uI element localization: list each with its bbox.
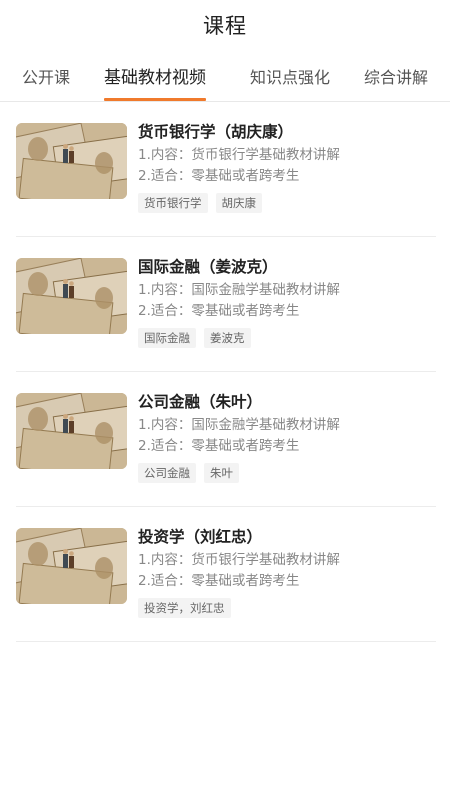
course-info: 货币银行学（胡庆康） 1.内容：货币银行学基础教材讲解 2.适合：零基础或者跨考… [138,121,436,213]
course-tag: 货币银行学 [138,193,208,213]
course-content: 1.内容：货币银行学基础教材讲解 [138,147,340,163]
course-suitable: 2.适合：零基础或者跨考生 [138,168,300,184]
course-card[interactable]: 国际金融（姜波克） 1.内容：国际金融学基础教材讲解 2.适合：零基础或者跨考生… [16,238,436,372]
tab-label: 综合讲解 [364,68,429,87]
course-suitable: 2.适合：零基础或者跨考生 [138,573,300,589]
course-tags: 投资学，刘红忠 [138,598,436,618]
course-tag: 姜波克 [204,328,251,348]
course-title: 货币银行学（胡庆康） [138,123,294,141]
tab-public-course[interactable]: 公开课 [22,64,70,102]
tab-label: 知识点强化 [250,68,331,87]
tab-label: 基础教材视频 [104,68,206,88]
course-card[interactable]: 公司金融（朱叶） 1.内容：国际金融学基础教材讲解 2.适合：零基础或者跨考生 … [16,373,436,507]
course-thumbnail-image [16,393,127,469]
course-tag: 投资学，刘红忠 [138,598,231,618]
course-info: 投资学（刘红忠） 1.内容：货币银行学基础教材讲解 2.适合：零基础或者跨考生 … [138,526,436,618]
course-thumbnail-image [16,258,127,334]
tab-comprehensive[interactable]: 综合讲解 [364,64,428,102]
course-thumbnail-image [16,528,127,604]
course-suitable: 2.适合：零基础或者跨考生 [138,303,300,319]
course-info: 公司金融（朱叶） 1.内容：国际金融学基础教材讲解 2.适合：零基础或者跨考生 … [138,391,436,483]
course-tags: 国际金融 姜波克 [138,328,436,348]
course-tags: 公司金融 朱叶 [138,463,436,483]
tab-basic-textbook-video[interactable]: 基础教材视频 [104,63,206,101]
tab-bar: 公开课 基础教材视频 知识点强化 综合讲解 [0,50,450,102]
course-tag: 公司金融 [138,463,196,483]
course-tag: 胡庆康 [215,193,262,213]
tab-label: 公开课 [22,68,71,87]
course-card[interactable]: 货币银行学（胡庆康） 1.内容：货币银行学基础教材讲解 2.适合：零基础或者跨考… [16,103,436,237]
course-content: 1.内容：国际金融学基础教材讲解 [138,282,340,298]
course-tags: 货币银行学 胡庆康 [138,193,436,213]
course-info: 国际金融（姜波克） 1.内容：国际金融学基础教材讲解 2.适合：零基础或者跨考生… [138,256,436,348]
course-title: 投资学（刘红忠） [138,528,263,546]
course-tag: 朱叶 [204,463,239,483]
course-content: 1.内容：国际金融学基础教材讲解 [138,417,340,433]
course-suitable: 2.适合：零基础或者跨考生 [138,438,300,454]
course-title: 公司金融（朱叶） [138,393,263,411]
course-thumbnail-image [16,123,127,199]
course-tag: 国际金融 [138,328,196,348]
app-header: 课程 [0,0,450,50]
tab-knowledge-reinforce[interactable]: 知识点强化 [250,64,330,102]
course-content: 1.内容：货币银行学基础教材讲解 [138,552,340,568]
page-title: 课程 [203,14,247,38]
course-title: 国际金融（姜波克） [138,258,278,276]
tab-underline [104,98,206,101]
course-card[interactable]: 投资学（刘红忠） 1.内容：货币银行学基础教材讲解 2.适合：零基础或者跨考生 … [16,508,436,642]
